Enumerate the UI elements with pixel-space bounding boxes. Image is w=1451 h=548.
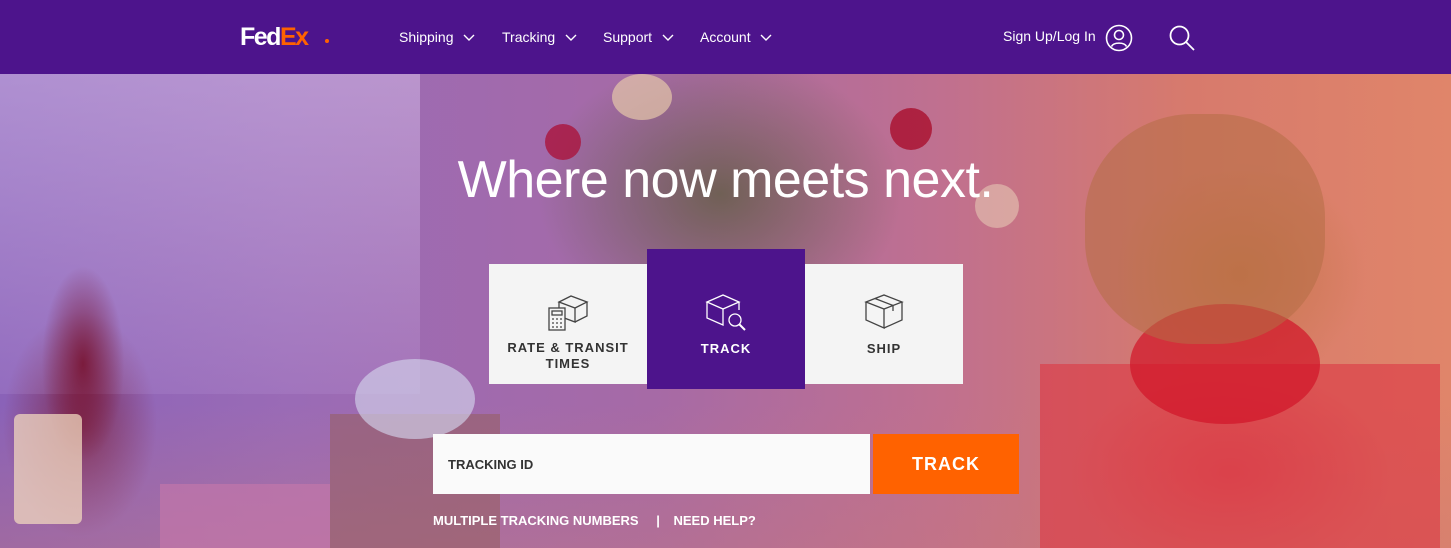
nav-account[interactable]: Account (700, 28, 772, 46)
gift-box-decoration (160, 484, 330, 548)
track-button[interactable]: TRACK (873, 434, 1019, 494)
box-icon (864, 294, 904, 330)
logo-ex: Ex (279, 23, 309, 51)
logo-dot (325, 39, 329, 43)
nav-support-label: Support (603, 29, 653, 45)
fedex-logo[interactable]: FedEx (240, 22, 329, 52)
nav-tracking[interactable]: Tracking (502, 28, 577, 46)
nav-tracking-label: Tracking (502, 29, 556, 45)
candle-decoration (14, 414, 82, 524)
need-help-link[interactable]: NEED HELP? (673, 513, 755, 528)
bow-decoration (355, 359, 475, 439)
tab-ship-label: SHIP (866, 341, 902, 356)
multiple-tracking-numbers-link[interactable]: MULTIPLE TRACKING NUMBERS (433, 513, 639, 528)
calculator-box-icon (548, 295, 589, 331)
user-icon[interactable] (1105, 24, 1133, 52)
tab-rate-transit-times-label: RATE & TRANSIT TIMES (507, 340, 629, 371)
tab-track-label: TRACK (700, 341, 752, 356)
top-navigation-bar: FedEx Shipping Tracking Support Account … (0, 0, 1451, 74)
tracking-help-links: MULTIPLE TRACKING NUMBERS | NEED HELP? (433, 513, 756, 529)
tracking-id-input[interactable] (433, 434, 870, 494)
sign-in-link[interactable]: Sign Up/Log In (1003, 27, 1096, 45)
link-separator: | (656, 513, 660, 528)
nav-shipping-label: Shipping (399, 29, 454, 45)
box-magnifier-icon (705, 294, 746, 331)
chevron-down-icon (662, 34, 674, 42)
nav-account-label: Account (700, 29, 751, 45)
tab-rate-transit-times[interactable]: RATE & TRANSIT TIMES (489, 264, 647, 384)
logo-fed: Fed (240, 23, 281, 51)
ornament-decoration (890, 108, 932, 150)
nav-shipping[interactable]: Shipping (399, 28, 475, 46)
chevron-down-icon (463, 34, 475, 42)
nav-support[interactable]: Support (603, 28, 674, 46)
ornament-decoration (612, 74, 672, 120)
tab-track[interactable]: TRACK (647, 249, 805, 389)
search-icon[interactable] (1168, 24, 1196, 52)
chevron-down-icon (760, 34, 772, 42)
chevron-down-icon (565, 34, 577, 42)
tab-ship[interactable]: SHIP (805, 264, 963, 384)
hero-headline: Where now meets next. (457, 151, 994, 209)
